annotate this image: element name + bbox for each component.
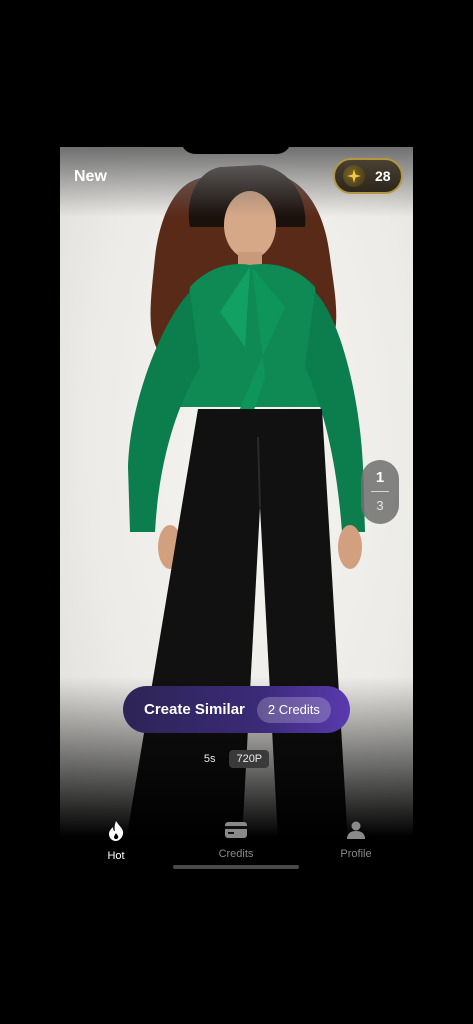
sparkle-icon (343, 165, 365, 187)
credits-balance-pill[interactable]: 28 (333, 158, 403, 194)
create-similar-label: Create Similar (144, 701, 245, 718)
create-similar-button[interactable]: Create Similar 2 Credits (123, 686, 350, 733)
page-total: 3 (376, 498, 384, 513)
page-divider (371, 491, 389, 492)
tab-credits-label: Credits (218, 848, 254, 860)
person-icon (346, 821, 366, 844)
video-meta: 5s 720P (60, 750, 413, 768)
home-indicator (173, 865, 299, 869)
card-icon (224, 821, 248, 844)
tab-hot[interactable]: Hot (81, 821, 151, 862)
tab-credits[interactable]: Credits (201, 821, 271, 860)
credits-balance-value: 28 (375, 168, 391, 184)
new-tag: New (74, 168, 107, 185)
tab-profile[interactable]: Profile (321, 821, 391, 860)
tab-hot-label: Hot (107, 850, 125, 862)
credit-cost-badge: 2 Credits (256, 696, 331, 723)
app-screen: New 28 1 3 Create Similar 2 Credits 5s 7… (60, 147, 413, 877)
tab-profile-label: Profile (340, 848, 372, 860)
resolution-badge: 720P (229, 750, 270, 768)
page-current: 1 (375, 469, 385, 486)
flame-icon (107, 821, 125, 846)
bottom-tab-bar: Hot Credits Profile (60, 817, 413, 867)
page-indicator[interactable]: 1 3 (361, 460, 399, 524)
device-notch (181, 140, 291, 154)
duration-label: 5s (203, 753, 216, 765)
